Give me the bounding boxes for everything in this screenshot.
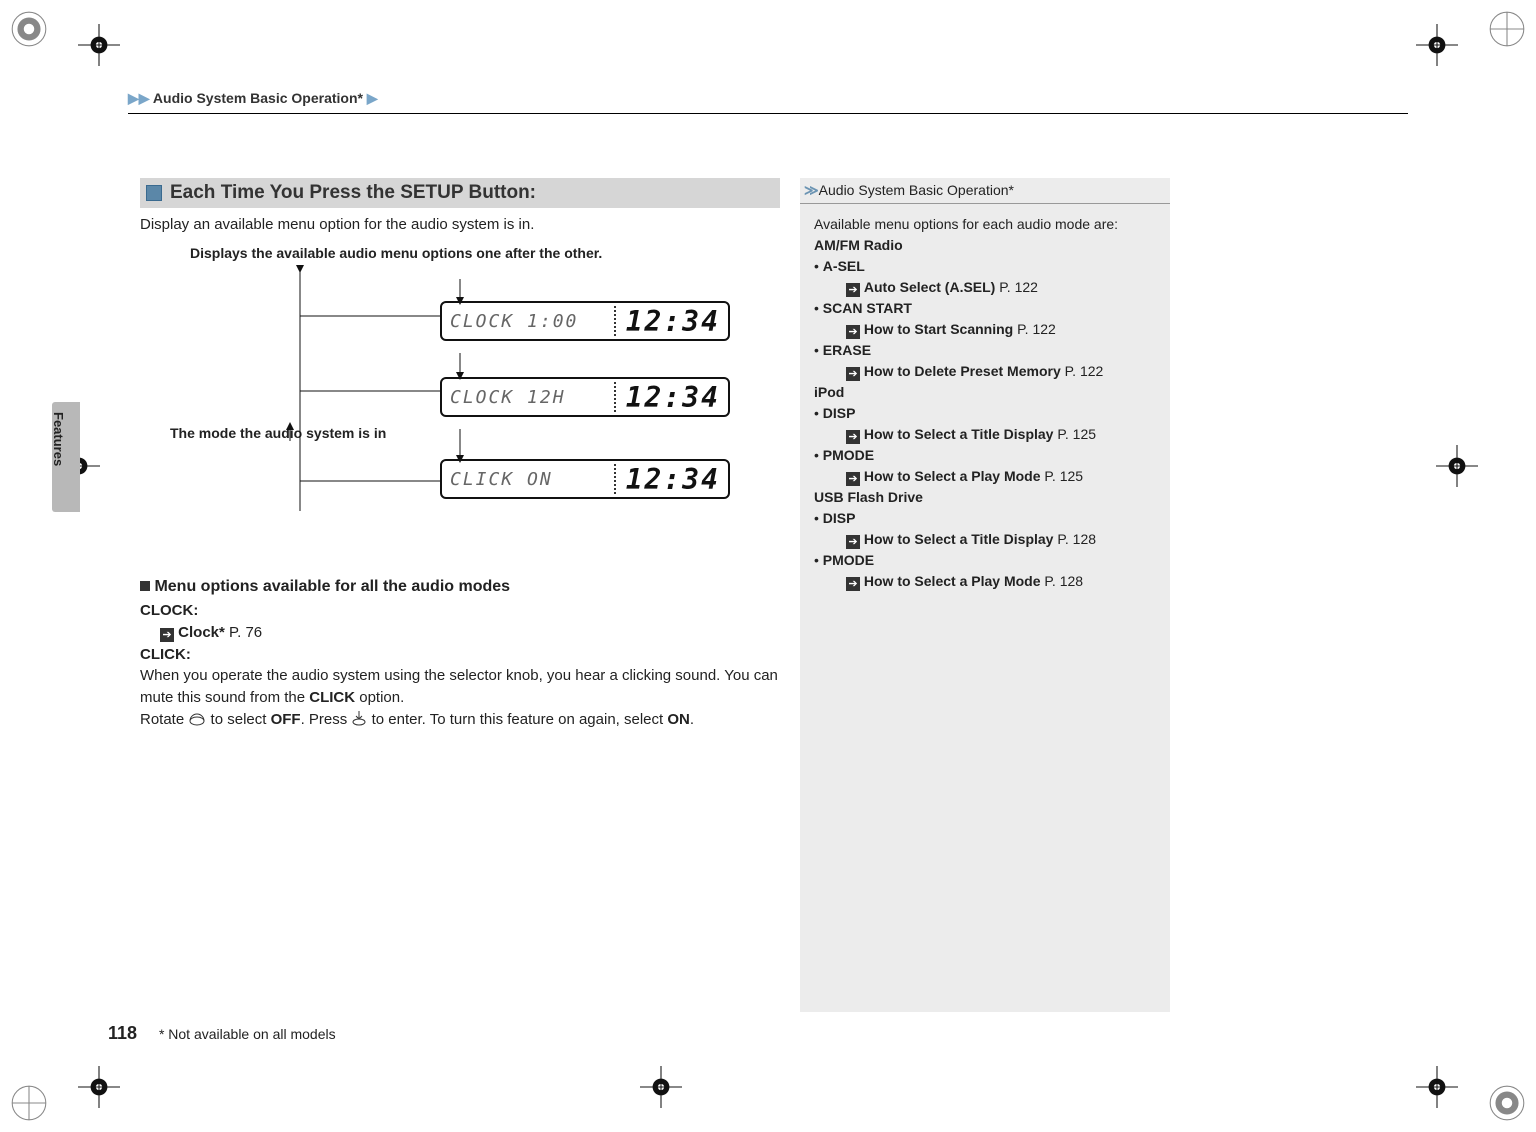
clock-link-label: Clock* — [178, 624, 225, 641]
click-paragraph-1: When you operate the audio system using … — [140, 665, 780, 709]
press-knob-icon — [351, 709, 367, 734]
clock-link-row: ➔ Clock* P. 76 — [160, 622, 780, 644]
breadcrumb: ▶▶ Audio System Basic Operation* ▶ — [128, 90, 1408, 114]
section-heading-label: Each Time You Press the SETUP Button: — [170, 182, 536, 204]
crosshair-icon — [78, 24, 120, 66]
crosshair-icon — [1416, 24, 1458, 66]
list-item: PMODE ➔ How to Select a Play Mode P. 125 — [814, 445, 1156, 487]
section-heading: Each Time You Press the SETUP Button: — [140, 178, 780, 208]
click-label: CLICK: — [140, 644, 780, 666]
body-text: Menu options available for all the audio… — [140, 575, 780, 734]
list-item: ERASE ➔ How to Delete Preset Memory P. 1… — [814, 340, 1156, 382]
sub-heading: Menu options available for all the audio… — [140, 575, 780, 598]
link-arrow-icon: ➔ — [846, 535, 860, 549]
lcd-right-text: 12:34 — [626, 305, 720, 338]
crosshair-icon — [78, 1066, 120, 1108]
divider-icon — [614, 382, 616, 412]
chevron-right-icon: ▶ — [367, 90, 378, 106]
section-subtitle: Display an available menu option for the… — [140, 216, 780, 233]
section-tab-label: Features — [51, 412, 66, 466]
print-mark-icon — [1486, 1082, 1528, 1124]
sidebar-item-list: DISP ➔ How to Select a Title Display P. … — [814, 508, 1156, 592]
chevron-right-icon: ▶▶ — [128, 90, 150, 106]
crosshair-icon — [640, 1066, 682, 1108]
link-arrow-icon: ➔ — [160, 628, 174, 642]
print-mark-icon — [1486, 8, 1528, 50]
rotate-knob-icon — [188, 711, 206, 734]
sidebar-item-list: A-SEL ➔ Auto Select (A.SEL) P. 122 SCAN … — [814, 256, 1156, 382]
lcd-left-text: CLICK ON — [450, 469, 604, 490]
lcd-row: CLOCK 1:00 12:34 — [440, 301, 730, 341]
section-tab-features: Features — [52, 402, 80, 512]
info-sidebar: ≫Audio System Basic Operation* Available… — [800, 178, 1170, 1012]
link-arrow-icon: ➔ — [846, 325, 860, 339]
print-mark-icon — [8, 8, 50, 50]
sidebar-group-heading: iPod — [814, 382, 1156, 403]
setup-menu-diagram: Displays the available audio menu option… — [140, 245, 740, 545]
square-bullet-icon — [146, 185, 162, 201]
sidebar-intro: Available menu options for each audio mo… — [814, 214, 1156, 235]
click-paragraph-2: Rotate to select OFF. Press to enter. To… — [140, 709, 780, 734]
list-item: SCAN START ➔ How to Start Scanning P. 12… — [814, 298, 1156, 340]
print-mark-icon — [8, 1082, 50, 1124]
clock-label: CLOCK: — [140, 600, 780, 622]
lcd-left-text: CLOCK 12H — [450, 387, 604, 408]
lcd-right-text: 12:34 — [626, 463, 720, 496]
main-content: Each Time You Press the SETUP Button: Di… — [140, 178, 780, 734]
list-item: A-SEL ➔ Auto Select (A.SEL) P. 122 — [814, 256, 1156, 298]
list-item: PMODE ➔ How to Select a Play Mode P. 128 — [814, 550, 1156, 592]
footnote: * Not available on all models — [159, 1026, 336, 1042]
link-arrow-icon: ➔ — [846, 577, 860, 591]
lcd-row: CLICK ON 12:34 — [440, 459, 730, 499]
sidebar-item-list: DISP ➔ How to Select a Title Display P. … — [814, 403, 1156, 487]
lcd-left-text: CLOCK 1:00 — [450, 311, 604, 332]
link-arrow-icon: ➔ — [846, 367, 860, 381]
sidebar-group-heading: AM/FM Radio — [814, 235, 1156, 256]
link-arrow-icon: ➔ — [846, 472, 860, 486]
list-item: DISP ➔ How to Select a Title Display P. … — [814, 403, 1156, 445]
lcd-right-text: 12:34 — [626, 381, 720, 414]
crosshair-icon — [1416, 1066, 1458, 1108]
crosshair-icon — [1436, 445, 1478, 487]
divider-icon — [614, 306, 616, 336]
list-item: DISP ➔ How to Select a Title Display P. … — [814, 508, 1156, 550]
divider-icon — [614, 464, 616, 494]
sidebar-heading: ≫Audio System Basic Operation* — [800, 178, 1170, 204]
square-bullet-icon — [140, 581, 150, 591]
lcd-row: CLOCK 12H 12:34 — [440, 377, 730, 417]
page-number: 118 — [108, 1023, 137, 1043]
sidebar-body: Available menu options for each audio mo… — [800, 204, 1170, 1012]
page-footer: 118 * Not available on all models — [108, 1023, 336, 1044]
chevron-right-icon: ≫ — [804, 182, 819, 198]
diagram-caption-top: Displays the available audio menu option… — [190, 245, 602, 261]
sidebar-group-heading: USB Flash Drive — [814, 487, 1156, 508]
clock-link-page: P. 76 — [229, 624, 262, 641]
breadcrumb-label: Audio System Basic Operation* — [153, 90, 363, 106]
link-arrow-icon: ➔ — [846, 430, 860, 444]
link-arrow-icon: ➔ — [846, 283, 860, 297]
